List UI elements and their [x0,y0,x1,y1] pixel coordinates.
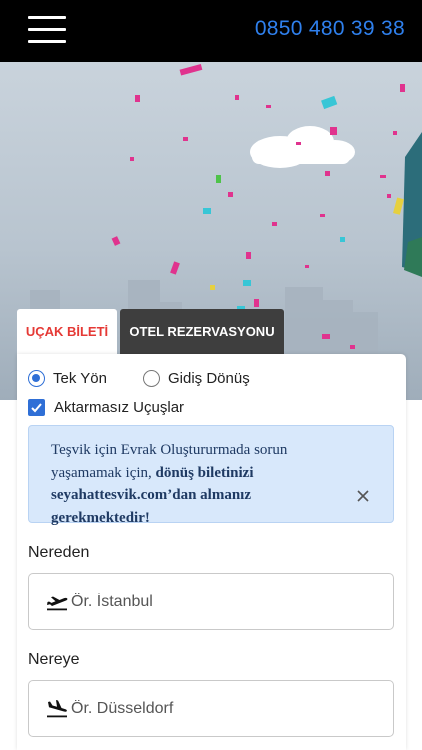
top-bar: 0850 480 39 38 [0,0,422,62]
plane-landing-icon [45,699,69,719]
checkbox-checked-icon [28,399,45,416]
info-notice: Teşvik için Evrak Oluştururmada sorun ya… [28,425,394,526]
trip-type-group: Tek Yön Gidiş Dönüş [28,370,406,390]
hamburger-menu-icon[interactable] [28,16,68,44]
menu-line [28,16,66,19]
flight-search-card: Tek Yön Gidiş Dönüş Aktarmasız Uçuşlar T… [17,354,406,750]
nonstop-checkbox[interactable]: Aktarmasız Uçuşlar [28,399,184,416]
menu-line [28,28,66,31]
radio-one-way[interactable]: Tek Yön [28,370,107,387]
nonstop-label: Aktarmasız Uçuşlar [54,399,185,416]
from-label: Nereden [28,544,90,561]
close-icon[interactable] [355,488,371,504]
radio-selected-icon [28,370,45,387]
to-input[interactable] [71,699,361,718]
from-field[interactable] [28,573,394,630]
menu-line [28,40,66,43]
from-input[interactable] [71,592,361,611]
radio-round-trip-label: Gidiş Dönüş [168,370,250,387]
tab-flight-ticket[interactable]: UÇAK BİLETİ [17,309,117,354]
phone-link[interactable]: 0850 480 39 38 [255,17,405,41]
plane-takeoff-icon [45,592,69,612]
radio-one-way-label: Tek Yön [53,370,107,387]
radio-unselected-icon [143,370,160,387]
tab-hotel-reservation[interactable]: OTEL REZERVASYONU [120,309,284,354]
radio-round-trip[interactable]: Gidiş Dönüş [143,370,250,387]
to-field[interactable] [28,680,394,737]
to-label: Nereye [28,651,80,668]
